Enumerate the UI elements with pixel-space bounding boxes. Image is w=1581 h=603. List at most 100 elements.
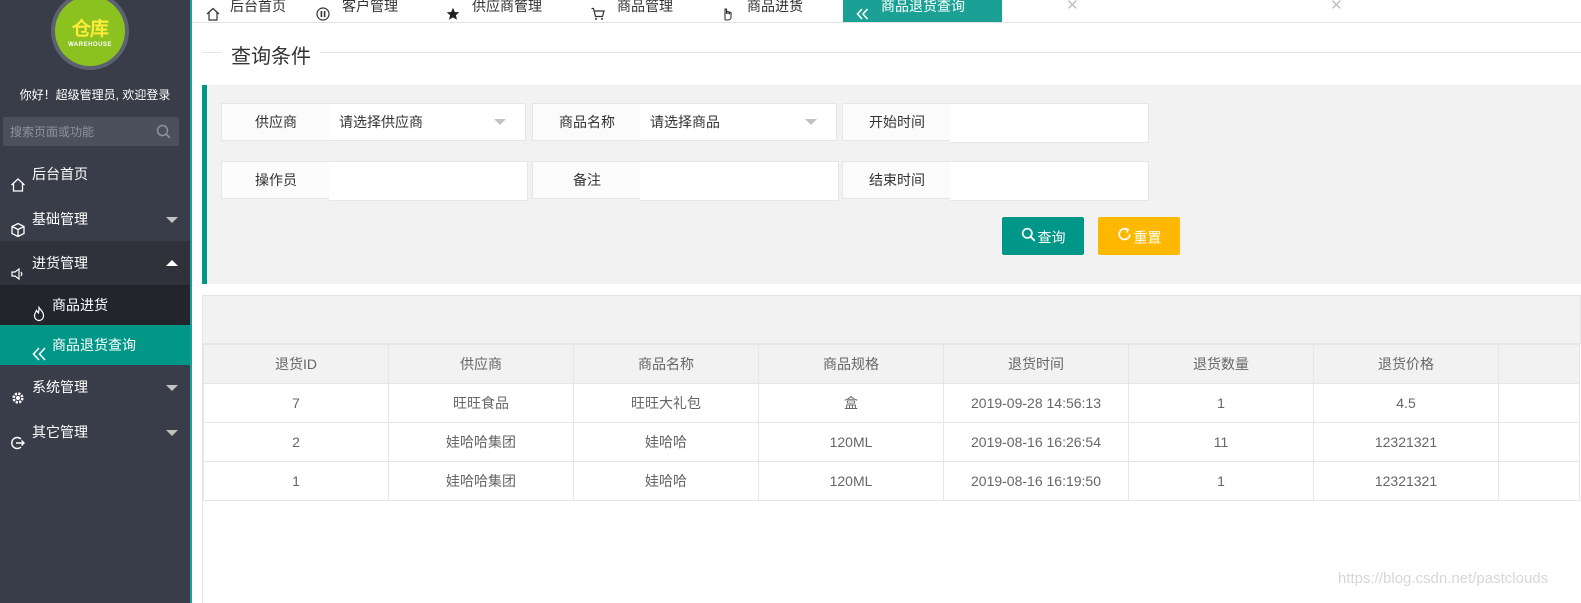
logo-text: 仓库: [71, 18, 109, 40]
provider-label: 供应商: [221, 103, 331, 141]
sidebar: 仓库 WAREHOUSE 你好！超级管理员, 欢迎登录 后台首页 基础管理 进货…: [0, 0, 190, 603]
reset-button[interactable]: 重置: [1098, 217, 1180, 255]
reset-button-label: 重置: [1133, 229, 1162, 246]
table-row[interactable]: 7 旺旺食品 旺旺大礼包 盒 2019-09-28 14:56:13 1 4.5: [203, 383, 1580, 423]
column-header[interactable]: 商品名称: [573, 344, 759, 384]
tab-goods-purchase[interactable]: 商品进货 ✕: [709, 0, 1343, 22]
column-header[interactable]: 商品规格: [758, 344, 944, 384]
table-cell: 11: [1128, 422, 1314, 462]
search-button[interactable]: 查询: [1002, 217, 1084, 255]
sidebar-item-other[interactable]: 其它管理: [0, 410, 190, 454]
table-cell-extra: [1498, 383, 1580, 423]
tab-goods[interactable]: 商品管理 ✕: [579, 0, 1079, 22]
table-cell-extra: [1498, 422, 1580, 462]
start-time-input[interactable]: [950, 103, 1149, 143]
logo-badge: 仓库 WAREHOUSE: [55, 0, 125, 66]
close-icon[interactable]: ✕: [1330, 0, 1343, 22]
chevron-down-icon[interactable]: [805, 119, 817, 125]
search-icon[interactable]: [156, 124, 171, 142]
sidebar-subitem-goods-purchase[interactable]: 商品进货: [0, 285, 190, 325]
table-cell: 旺旺食品: [388, 383, 574, 423]
sidebar-item-system[interactable]: 系统管理: [0, 365, 190, 409]
tab-label: 商品管理: [617, 0, 673, 14]
operator-label: 操作员: [221, 161, 331, 199]
sidebar-item-home[interactable]: 后台首页: [0, 152, 190, 196]
tab-label: 商品退货查询: [881, 0, 965, 14]
sidebar-item-label: 其它管理: [32, 424, 88, 440]
home-icon: [206, 0, 220, 21]
hand-icon: [721, 0, 735, 21]
table-cell: 2019-08-16 16:19:50: [943, 461, 1129, 501]
chevron-down-icon[interactable]: [494, 119, 506, 125]
tab-supplier[interactable]: 供应商管理 ✕: [434, 0, 803, 22]
end-time-label: 结束时间: [842, 161, 952, 199]
data-table: 退货ID 供应商 商品名称 商品规格 退货时间 退货数量 退货价格 7 旺旺食品…: [203, 344, 1580, 501]
table-cell: 120ML: [758, 422, 944, 462]
table-cell: 娃哈哈集团: [388, 422, 574, 462]
double-chevron-left-icon: [855, 0, 869, 20]
column-header[interactable]: 退货ID: [203, 344, 389, 384]
close-icon[interactable]: ✕: [1066, 0, 1079, 22]
operator-input[interactable]: [329, 161, 528, 201]
table-cell: 120ML: [758, 461, 944, 501]
table-cell: 2019-08-16 16:26:54: [943, 422, 1129, 462]
table-cell: 娃哈哈: [573, 461, 759, 501]
sidebar-item-label: 进货管理: [32, 255, 88, 271]
start-time-label: 开始时间: [842, 103, 952, 141]
home-icon: [10, 166, 26, 192]
table-cell: 12321321: [1313, 422, 1499, 462]
table-cell: 旺旺大礼包: [573, 383, 759, 423]
remark-input[interactable]: [640, 161, 839, 201]
table-cell: 4.5: [1313, 383, 1499, 423]
double-chevron-left-icon: [31, 337, 47, 361]
table-cell: 7: [203, 383, 389, 423]
table-cell: 2019-09-28 14:56:13: [943, 383, 1129, 423]
column-header[interactable]: 退货数量: [1128, 344, 1314, 384]
refresh-icon: [1117, 218, 1132, 256]
goods-label: 商品名称: [532, 103, 642, 141]
fire-icon: [31, 297, 47, 322]
table-cell: 1: [203, 461, 389, 501]
table-cell: 盒: [758, 383, 944, 423]
tab-label: 商品进货: [747, 0, 803, 14]
sidebar-subitem-label: 商品进货: [52, 297, 108, 313]
chevron-down-icon: [166, 385, 178, 391]
column-header[interactable]: 退货时间: [943, 344, 1129, 384]
table-header-row: 退货ID 供应商 商品名称 商品规格 退货时间 退货数量 退货价格: [203, 344, 1580, 384]
end-time-input[interactable]: [950, 161, 1149, 201]
search-icon: [1021, 218, 1036, 256]
sidebar-search: [3, 117, 179, 146]
tab-home[interactable]: 后台首页: [192, 0, 304, 22]
tab-goods-return-query[interactable]: 商品退货查询 ✕: [843, 0, 1002, 22]
watermark: https://blog.csdn.net/pastclouds: [1338, 570, 1549, 587]
tab-label: 后台首页: [230, 0, 286, 14]
table-cell: 娃哈哈: [573, 422, 759, 462]
table-cell-extra: [1498, 461, 1580, 501]
sidebar-item-basic[interactable]: 基础管理: [0, 197, 190, 241]
sidebar-subitem-goods-return-query[interactable]: 商品退货查询: [0, 325, 190, 365]
remark-label: 备注: [532, 161, 642, 199]
tab-label: 供应商管理: [472, 0, 542, 14]
table-cell: 1: [1128, 383, 1314, 423]
table-row[interactable]: 1 娃哈哈集团 娃哈哈 120ML 2019-08-16 16:19:50 1 …: [203, 461, 1580, 501]
sidebar-item-label: 基础管理: [32, 211, 88, 227]
sidebar-subitem-label: 商品退货查询: [52, 337, 136, 353]
sidebar-item-purchase[interactable]: 进货管理: [0, 241, 190, 285]
table-cell: 12321321: [1313, 461, 1499, 501]
chevron-down-icon: [166, 217, 178, 223]
gear-icon: [10, 379, 26, 404]
sidebar-search-input[interactable]: [3, 117, 150, 146]
query-legend: 查询条件: [222, 40, 320, 69]
column-header[interactable]: 退货价格: [1313, 344, 1499, 384]
chevron-down-icon: [166, 430, 178, 436]
tab-customer[interactable]: 客户管理 ✕: [304, 0, 527, 22]
table-cell: 1: [1128, 461, 1314, 501]
star-icon: [446, 0, 460, 20]
table-row[interactable]: 2 娃哈哈集团 娃哈哈 120ML 2019-08-16 16:26:54 11…: [203, 422, 1580, 462]
chevron-up-icon: [166, 260, 178, 266]
return-table: 退货ID 供应商 商品名称 商品规格 退货时间 退货数量 退货价格 7 旺旺食品…: [202, 344, 1581, 603]
table-cell: 娃哈哈集团: [388, 461, 574, 501]
cube-icon: [10, 211, 26, 238]
cart-icon: [591, 0, 605, 20]
column-header[interactable]: 供应商: [388, 344, 574, 384]
